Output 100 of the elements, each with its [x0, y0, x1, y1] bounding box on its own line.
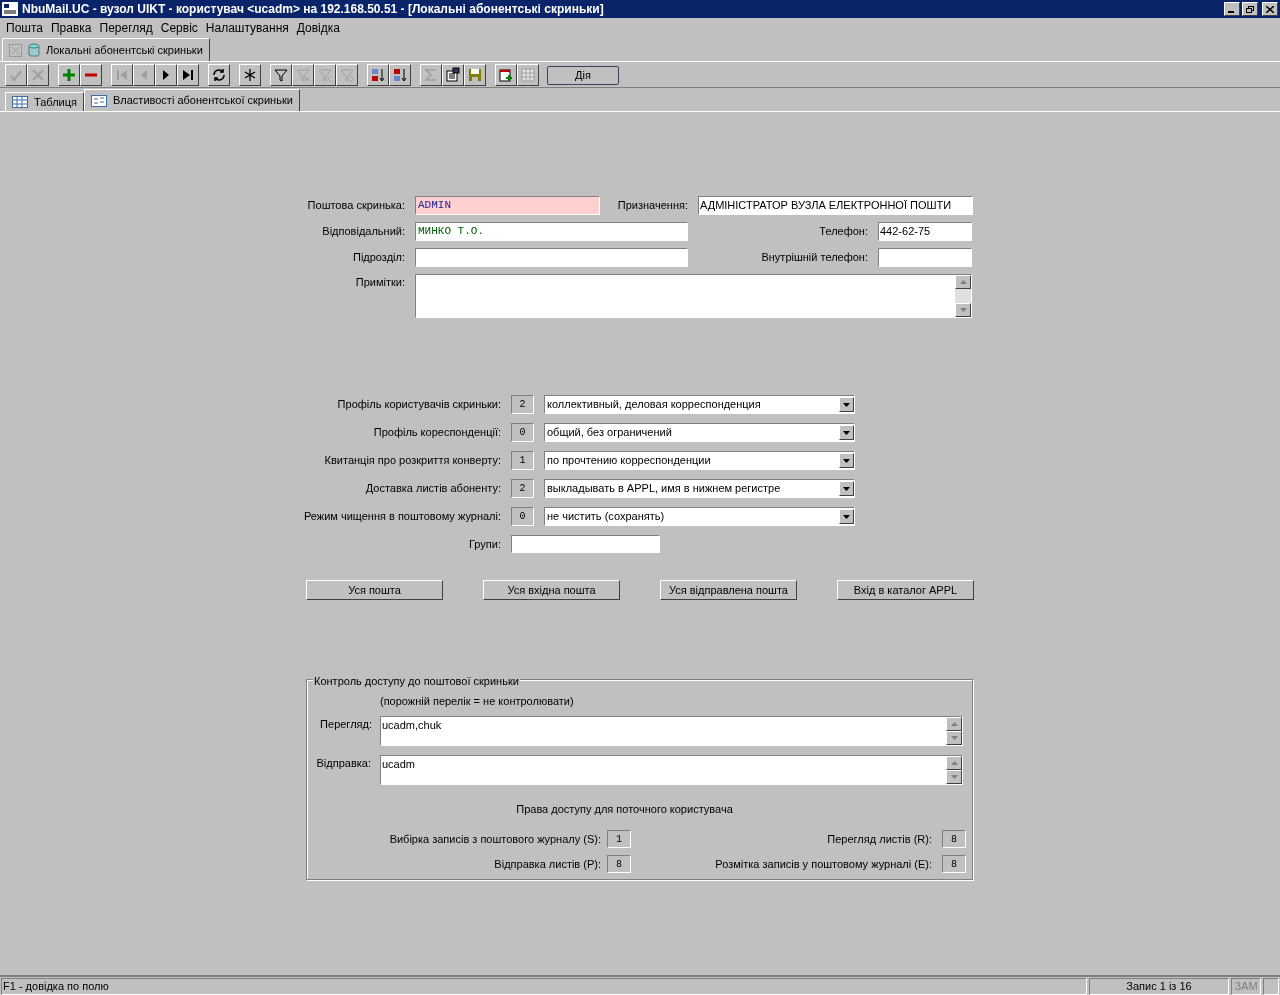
field-label: Профіль кореспонденції:	[372, 425, 501, 441]
grid-icon	[520, 67, 536, 83]
field-label: Квитанція про розкриття конверту:	[323, 453, 501, 469]
filter-icon	[273, 67, 289, 83]
refresh-button[interactable]	[208, 64, 230, 86]
menu-item[interactable]: Налаштування	[201, 19, 293, 37]
scroll-up-icon	[950, 760, 958, 765]
scrollbar[interactable]	[955, 275, 971, 317]
filter-prev-icon	[317, 67, 333, 83]
field-label: Відправка:	[315, 755, 371, 771]
menu-item[interactable]: Пошта	[2, 19, 47, 37]
groups-field[interactable]	[511, 535, 660, 553]
scroll-up-icon	[950, 721, 958, 726]
rights-value: 8	[942, 855, 966, 873]
scrollbar[interactable]	[946, 716, 962, 745]
dropdown[interactable]: не чистить (сохранять)	[544, 507, 855, 526]
tab[interactable]: Таблиця	[5, 92, 84, 111]
properties-icon	[445, 67, 461, 83]
field-label: Призначення:	[616, 198, 688, 214]
code-field: 1	[511, 451, 534, 470]
mail-button[interactable]: Уся відправлена пошта	[660, 580, 797, 600]
first-icon	[114, 67, 130, 83]
menu-item[interactable]: Правка	[46, 19, 96, 37]
phone-field[interactable]: 442-62-75	[878, 222, 972, 241]
sort-asc-button[interactable]	[367, 64, 389, 86]
filter-next-icon	[339, 67, 355, 83]
save-button[interactable]	[464, 64, 486, 86]
department-field[interactable]	[415, 248, 688, 267]
next-button[interactable]	[155, 64, 177, 86]
asterisk-button[interactable]	[239, 64, 261, 86]
code-field: 2	[511, 395, 534, 414]
add-icon	[61, 67, 77, 83]
scrollbar[interactable]	[946, 755, 962, 784]
dropdown[interactable]: выкладывать в APPL, имя в нижнем регистре	[544, 479, 855, 498]
close-button[interactable]	[1262, 2, 1278, 16]
view-field[interactable]: ucadm,chuk	[380, 715, 963, 746]
scroll-down-icon	[950, 735, 958, 740]
action-button[interactable]: Дія	[547, 65, 619, 85]
dropdown[interactable]: общий, без ограничений	[544, 423, 855, 442]
sort-desc-button[interactable]	[389, 64, 411, 86]
last-button[interactable]	[177, 64, 199, 86]
form-icon	[90, 94, 107, 107]
sum-icon	[423, 67, 439, 83]
restore-icon	[1246, 5, 1254, 13]
tab[interactable]: Властивості абонентської скриньки	[83, 89, 300, 111]
rights-title: Права доступу для поточного користувача	[516, 801, 733, 817]
dropdown[interactable]: по прочтению корреспонденции	[544, 451, 855, 470]
remove-button[interactable]	[80, 64, 102, 86]
mail-button[interactable]: Уся вхідна пошта	[483, 580, 620, 600]
menu-item[interactable]: Довідка	[292, 19, 344, 37]
field-label: Підрозділ:	[351, 250, 405, 266]
window-title: NbuMail.UC - вузол UIKT - користувач <ucadm> на 192.168.50.51 - [Локальні абонентські скриньки]	[22, 1, 604, 18]
field-label: Вибірка записів з поштового журналу (S):	[388, 831, 601, 847]
table-icon	[12, 96, 28, 108]
hint-text: (порожній перелік = не контролювати)	[380, 694, 575, 709]
sort-asc-icon	[370, 67, 386, 83]
database-icon	[28, 43, 40, 57]
code-field: 2	[511, 479, 534, 498]
scroll-down-icon	[950, 774, 958, 779]
properties-button[interactable]	[442, 64, 464, 86]
field-label: Примітки:	[354, 275, 405, 290]
filter-clear-icon	[295, 67, 311, 83]
send-field[interactable]: ucadm	[380, 754, 963, 785]
minimize-button[interactable]	[1224, 2, 1240, 16]
notes-field[interactable]	[415, 274, 972, 318]
field-label: Відправка листів (P):	[493, 856, 601, 872]
add-record-button[interactable]	[495, 64, 517, 86]
caps-indicator: ЗАМ	[1231, 977, 1261, 995]
dropdown-arrow-icon	[843, 514, 850, 519]
menu-item[interactable]: Сервіс	[156, 19, 202, 37]
save-icon	[467, 67, 483, 83]
add-button[interactable]	[58, 64, 80, 86]
purpose-field[interactable]: АДМІНІСТРАТОР ВУЗЛА ЕЛЕКТРОННОЇ ПОШТИ	[698, 196, 973, 215]
restore-button[interactable]	[1242, 2, 1258, 16]
field-label: Телефон:	[818, 224, 868, 240]
mail-button[interactable]: Вхід в каталог APPL	[837, 580, 974, 600]
dropdown-arrow-icon	[843, 458, 850, 463]
field-label: Профіль користувачів скриньки:	[336, 397, 501, 413]
dropdown[interactable]: коллективный, деловая корреспонденция	[544, 395, 855, 414]
menu-item[interactable]: Перегляд	[95, 19, 157, 37]
responsible-field[interactable]: МИНКО Т.О.	[415, 222, 688, 241]
mail-button[interactable]: Уся пошта	[306, 580, 443, 600]
cancel-icon	[30, 67, 46, 83]
code-field: 0	[511, 507, 534, 526]
add-record-icon	[498, 67, 514, 83]
mailbox-field[interactable]: ADMIN	[415, 196, 600, 215]
document-tab[interactable]: Локальні абонентські скриньки	[2, 38, 210, 61]
field-label: Групи:	[468, 536, 501, 552]
status-hint: F1 - довідка по полю	[1, 977, 1087, 995]
scroll-up-icon	[959, 280, 967, 284]
field-label: Перегляд:	[319, 716, 372, 732]
code-field: 0	[511, 423, 534, 442]
filter-button[interactable]	[270, 64, 292, 86]
field-label: Внутрішній телефон:	[760, 250, 868, 266]
refresh-icon	[211, 67, 227, 83]
scroll-down-icon	[959, 308, 967, 312]
field-label: Поштова скринька:	[306, 198, 405, 214]
close-icon	[9, 43, 22, 57]
internal-phone-field[interactable]	[878, 248, 972, 267]
field-label: Перегляд листів (R):	[826, 831, 933, 847]
